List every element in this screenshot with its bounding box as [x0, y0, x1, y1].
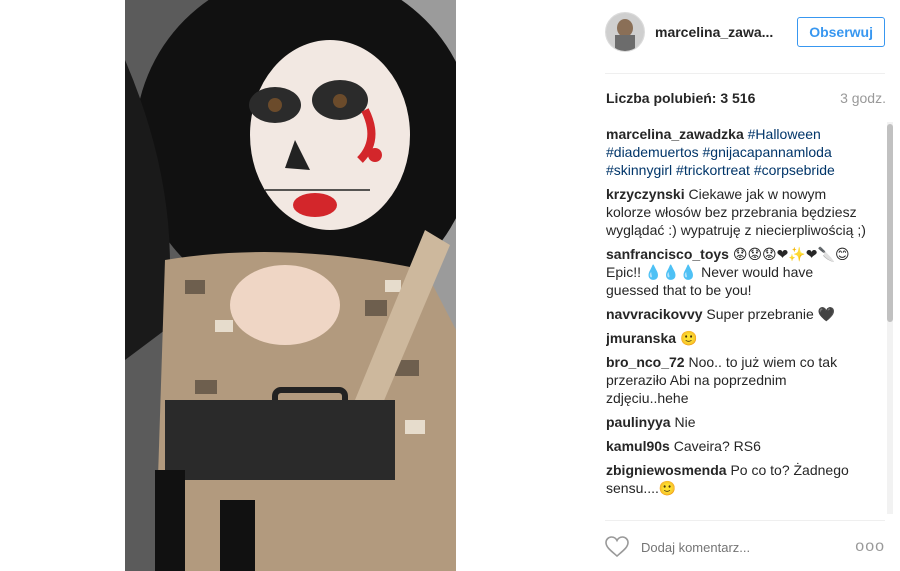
- comment-bar: ooo: [605, 532, 885, 562]
- post-time[interactable]: 3 godz.: [840, 90, 886, 106]
- comment-item: navvracikovvy Super przebranie 🖤: [606, 305, 868, 323]
- post-photo[interactable]: [125, 0, 456, 571]
- scrollbar-thumb[interactable]: [887, 124, 893, 322]
- like-heart-icon[interactable]: [605, 536, 629, 558]
- comment-username[interactable]: krzyczynski: [606, 186, 685, 202]
- avatar[interactable]: [605, 12, 645, 52]
- avatar-image: [606, 13, 644, 51]
- comment-username[interactable]: paulinyya: [606, 414, 671, 430]
- divider: [605, 73, 885, 74]
- hashtag[interactable]: #Halloween: [748, 126, 821, 142]
- follow-button[interactable]: Obserwuj: [797, 17, 885, 47]
- comment-text: Super przebranie 🖤: [706, 306, 836, 322]
- likes-count[interactable]: Liczba polubień: 3 516: [606, 90, 755, 106]
- comment-text: Caveira? RS6: [673, 438, 761, 454]
- comments-list: marcelina_zawadzka #Halloween #diademuer…: [606, 125, 868, 515]
- hashtag[interactable]: #gnijacapannamloda: [703, 144, 832, 160]
- caption: marcelina_zawadzka #Halloween #diademuer…: [606, 125, 868, 179]
- divider: [605, 520, 885, 521]
- comment-username[interactable]: zbigniewosmenda: [606, 462, 727, 478]
- comment-text: Nie: [674, 414, 696, 430]
- comment-username[interactable]: bro_nco_72: [606, 354, 685, 370]
- comment-item: jmuranska 🙂: [606, 329, 868, 347]
- comment-item: bro_nco_72 Noo.. to już wiem co tak prze…: [606, 353, 868, 407]
- post-header: marcelina_zawa... Obserwuj: [605, 12, 885, 52]
- post-stats: Liczba polubień: 3 516 3 godz.: [606, 90, 886, 106]
- hashtag[interactable]: #diademuertos: [606, 144, 699, 160]
- comment-username[interactable]: jmuranska: [606, 330, 676, 346]
- hashtag[interactable]: #skinnygirl: [606, 162, 672, 178]
- post-username[interactable]: marcelina_zawa...: [655, 24, 785, 40]
- comment-item: krzyczynski Ciekawe jak w nowym kolorze …: [606, 185, 868, 239]
- hashtag[interactable]: #trickortreat: [676, 162, 750, 178]
- comment-item: sanfrancisco_toys 😟😟😟❤✨❤🔪😊 Epic!! 💧💧💧 Ne…: [606, 245, 868, 299]
- comment-item: kamul90s Caveira? RS6: [606, 437, 868, 455]
- comment-item: paulinyya Nie: [606, 413, 868, 431]
- post-sidebar: marcelina_zawa... Obserwuj Liczba polubi…: [590, 0, 900, 571]
- hashtag[interactable]: #corpsebride: [754, 162, 835, 178]
- caption-username[interactable]: marcelina_zawadzka: [606, 126, 744, 142]
- comment-username[interactable]: sanfrancisco_toys: [606, 246, 729, 262]
- instagram-post-page: marcelina_zawa... Obserwuj Liczba polubi…: [0, 0, 900, 571]
- more-options-icon[interactable]: ooo: [855, 538, 885, 556]
- comment-username[interactable]: kamul90s: [606, 438, 670, 454]
- comment-input[interactable]: [639, 538, 843, 556]
- comment-item: zbigniewosmenda Po co to? Żadnego sensu.…: [606, 461, 868, 497]
- comments-scrollbar[interactable]: [887, 122, 893, 514]
- comment-username[interactable]: navvracikovvy: [606, 306, 703, 322]
- comment-text: 🙂: [679, 330, 698, 346]
- halloween-selfie-image: [125, 0, 456, 571]
